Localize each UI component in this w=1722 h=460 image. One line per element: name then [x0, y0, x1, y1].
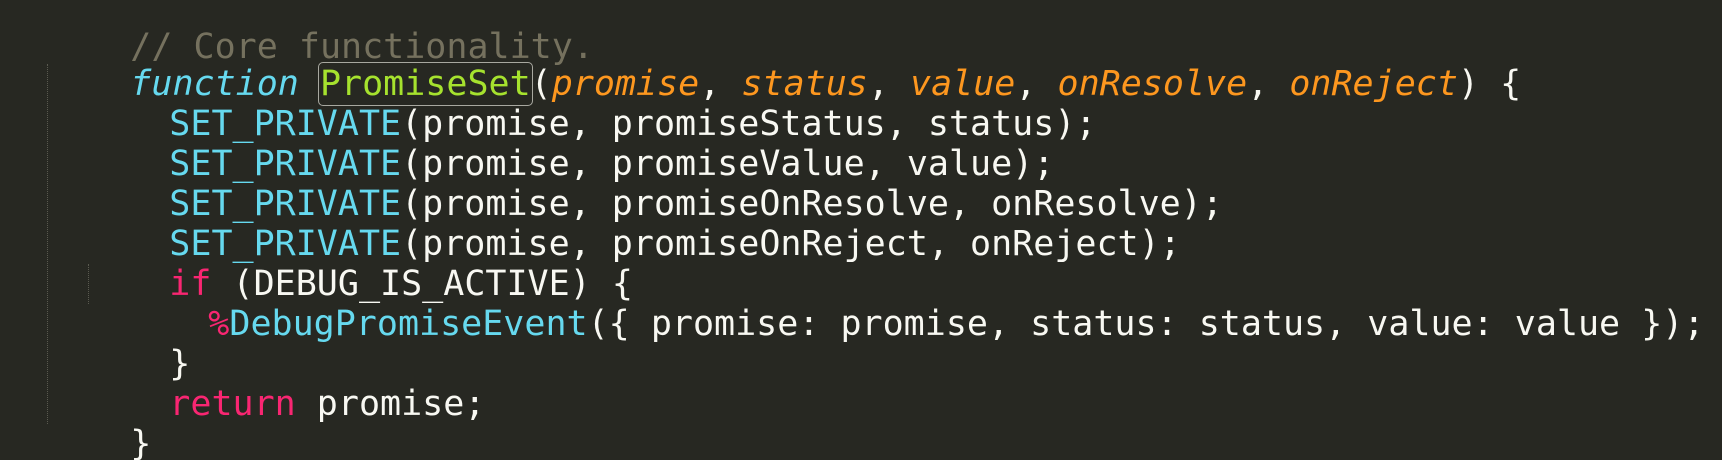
keyword-return: return: [169, 384, 296, 424]
code-line-set-value[interactable]: SET_PRIVATE(promise, promiseValue, value…: [85, 98, 1054, 184]
code-line-set-onresolve[interactable]: SET_PRIVATE(promise, promiseOnResolve, o…: [85, 138, 1223, 224]
code-line-function-declaration[interactable]: function PromiseSet(promise, status, val…: [46, 18, 1521, 106]
comma: ,: [1247, 64, 1290, 104]
code-editor[interactable]: // Core functionality. function PromiseS…: [0, 0, 1722, 460]
return-value: promise;: [295, 384, 486, 424]
code-line-debug-event[interactable]: %DebugPromiseEvent({ promise: promise, s…: [124, 258, 1704, 344]
close-brace: }: [130, 424, 152, 460]
code-line-if-debug[interactable]: if (DEBUG_IS_ACTIVE) {: [85, 218, 633, 304]
code-line-if-close[interactable]: }: [85, 298, 190, 384]
param-onreject: onReject: [1289, 64, 1458, 104]
code-line-return[interactable]: return promise;: [85, 338, 485, 424]
close-paren-brace: ) {: [1457, 64, 1522, 104]
code-line-set-status[interactable]: SET_PRIVATE(promise, promiseStatus, stat…: [85, 58, 1096, 144]
code-line-function-close[interactable]: }: [46, 378, 151, 460]
call-args: ({ promise: promise, status: status, val…: [587, 304, 1705, 344]
code-line-set-onreject[interactable]: SET_PRIVATE(promise, promiseOnReject, on…: [85, 178, 1180, 264]
